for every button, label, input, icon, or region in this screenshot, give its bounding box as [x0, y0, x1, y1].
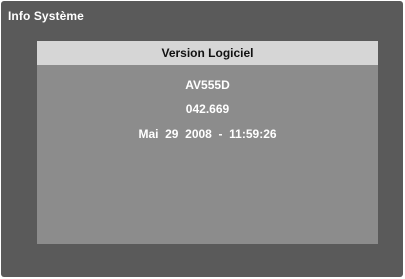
software-version-number: 042.669: [185, 102, 230, 116]
panel-header: Version Logiciel: [37, 41, 378, 65]
software-version-panel: Version Logiciel AV555D 042.669 Mai 29 2…: [37, 41, 378, 244]
build-date-time: Mai 29 2008 - 11:59:26: [138, 127, 277, 141]
model-name: AV555D: [185, 78, 230, 92]
panel-header-label: Version Logiciel: [161, 46, 254, 60]
menu-title: Info Système: [8, 9, 84, 23]
menu-window: Info Système Version Logiciel AV555D 042…: [1, 1, 403, 277]
tv-screen: Info Système Version Logiciel AV555D 042…: [0, 0, 405, 279]
